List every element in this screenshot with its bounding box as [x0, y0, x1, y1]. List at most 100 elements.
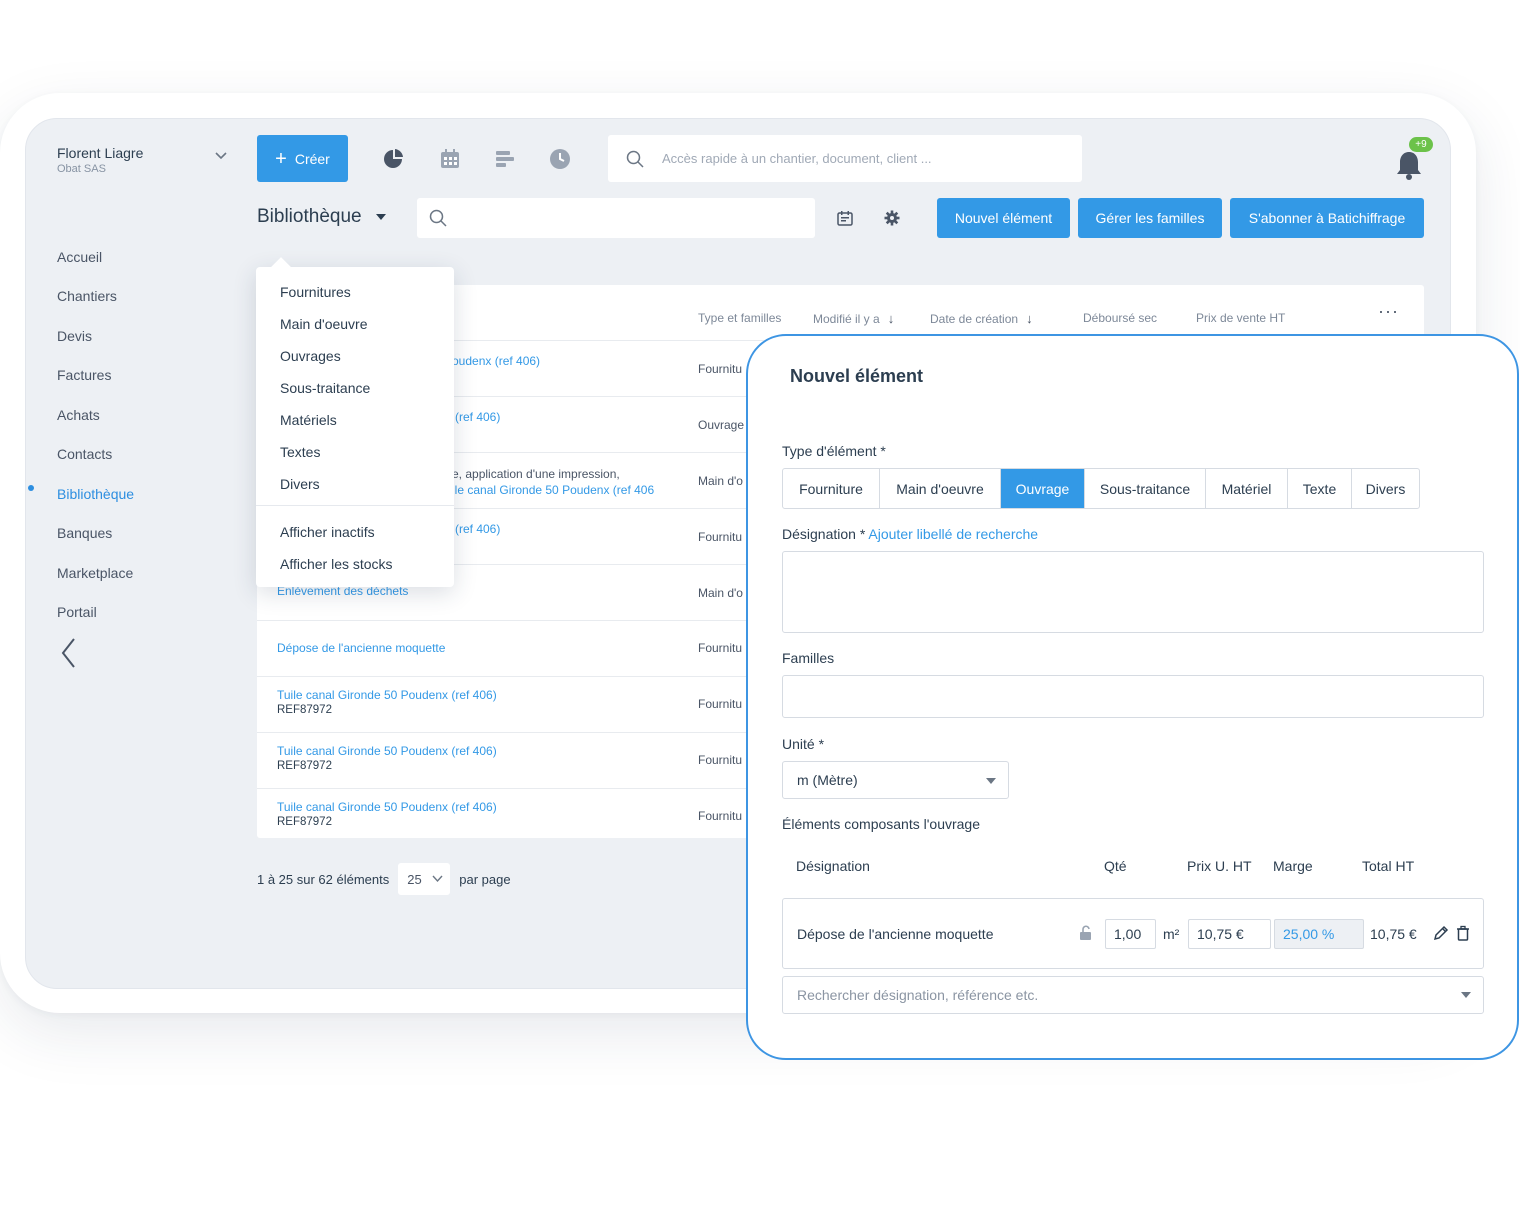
row-reference: REF87972	[277, 704, 332, 716]
new-element-button[interactable]: Nouvel élément	[937, 198, 1070, 238]
edit-pencil-icon[interactable]	[1433, 925, 1449, 941]
type-option-texte[interactable]: Texte	[1288, 469, 1352, 508]
menu-item-textes[interactable]: Textes	[280, 444, 320, 460]
row-name[interactable]: (ref 406)	[455, 522, 500, 536]
more-options-icon[interactable]: ···	[1378, 301, 1399, 322]
per-page-select[interactable]: 25	[398, 863, 451, 895]
menu-item-fournitures[interactable]: Fournitures	[280, 284, 351, 300]
menu-item-materiels[interactable]: Matériels	[280, 412, 337, 428]
component-name: Dépose de l'ancienne moquette	[797, 926, 994, 942]
column-header-price[interactable]: Prix de vente HT	[1196, 311, 1285, 325]
caret-down-icon	[1461, 992, 1471, 998]
column-header-modified[interactable]: Modifié il y a ↓	[813, 311, 894, 326]
menu-item-show-stocks[interactable]: Afficher les stocks	[280, 556, 393, 572]
user-menu[interactable]: Florent Liagre Obat SAS	[57, 145, 143, 175]
collapse-sidebar-icon[interactable]	[60, 637, 78, 669]
menu-item-main-doeuvre[interactable]: Main d'oeuvre	[280, 316, 368, 332]
row-type: Main d'o	[698, 586, 743, 600]
column-header-type[interactable]: Type et familles	[698, 311, 781, 325]
column-header-created-label: Date de création	[930, 311, 1019, 326]
screenshot-stage: Florent Liagre Obat SAS Accueil Chantier…	[0, 0, 1520, 1211]
column-header-cost[interactable]: Déboursé sec	[1083, 311, 1157, 325]
row-name[interactable]: Tuile canal Gironde 50 Poudenx (ref 406)	[277, 800, 497, 814]
row-type: Fournitu	[698, 753, 743, 767]
gantt-icon[interactable]	[494, 148, 516, 170]
component-row: Dépose de l'ancienne moquette 1,00 m² 10…	[782, 898, 1484, 969]
plus-icon: +	[275, 147, 287, 170]
sidebar-item-chantiers[interactable]: Chantiers	[57, 277, 134, 317]
sidebar-item-achats[interactable]: Achats	[57, 395, 134, 435]
unit-select[interactable]: m (Mètre)	[782, 761, 1009, 799]
calendar-icon[interactable]	[439, 148, 461, 170]
sidebar-item-contacts[interactable]: Contacts	[57, 435, 134, 475]
type-option-sous-traitance[interactable]: Sous-traitance	[1085, 469, 1206, 508]
designation-field[interactable]	[782, 551, 1484, 633]
search-icon	[626, 150, 644, 168]
sidebar-item-bibliotheque[interactable]: Bibliothèque	[57, 474, 134, 514]
menu-item-ouvrages[interactable]: Ouvrages	[280, 348, 341, 364]
row-name[interactable]: ile canal Gironde 50 Poudenx (ref 406	[452, 483, 654, 497]
menu-item-divers[interactable]: Divers	[280, 476, 320, 492]
pagination: 1 à 25 sur 62 éléments 25 par page	[257, 863, 511, 895]
sidebar-item-factures[interactable]: Factures	[57, 356, 134, 396]
chevron-down-icon[interactable]	[214, 149, 228, 163]
sidebar-item-banques[interactable]: Banques	[57, 514, 134, 554]
user-company: Obat SAS	[57, 163, 106, 175]
quick-search-placeholder: Accès rapide à un chantier, document, cl…	[662, 151, 932, 166]
trash-icon[interactable]	[1455, 925, 1471, 941]
menu-item-show-inactive[interactable]: Afficher inactifs	[280, 524, 375, 540]
bell-icon[interactable]	[1394, 149, 1424, 181]
create-button[interactable]: + Créer	[257, 135, 348, 182]
components-header-qty: Qté	[1104, 858, 1127, 874]
component-total: 10,75 €	[1370, 926, 1417, 942]
type-option-fourniture[interactable]: Fourniture	[783, 469, 880, 508]
row-name[interactable]: Tuile canal Gironde 50 Poudenx (ref 406)	[277, 744, 497, 758]
component-unit-price-input[interactable]: 10,75 €	[1188, 919, 1271, 949]
library-search-input[interactable]	[417, 198, 815, 238]
type-option-ouvrage[interactable]: Ouvrage	[1001, 469, 1085, 508]
row-name[interactable]: Dépose de l'ancienne moquette	[277, 641, 445, 655]
caret-down-icon	[375, 214, 386, 220]
row-reference: REF87972	[277, 760, 332, 772]
search-icon	[429, 209, 447, 227]
row-name[interactable]: oudenx (ref 406)	[452, 354, 540, 368]
chevron-down-icon	[432, 875, 443, 883]
calendar-filter-icon[interactable]	[837, 210, 853, 226]
library-title-dropdown[interactable]: Bibliothèque	[257, 206, 386, 228]
sidebar-item-marketplace[interactable]: Marketplace	[57, 553, 134, 593]
row-name[interactable]: (ref 406)	[455, 410, 500, 424]
library-type-menu: Fournitures Main d'oeuvre Ouvrages Sous-…	[256, 267, 454, 587]
active-nav-indicator	[28, 485, 34, 491]
gear-icon[interactable]	[884, 210, 900, 226]
pie-chart-icon[interactable]	[383, 148, 405, 170]
menu-item-sous-traitance[interactable]: Sous-traitance	[280, 380, 370, 396]
pagination-range: 1 à 25 sur 62 éléments	[257, 871, 390, 887]
column-header-created[interactable]: Date de création ↓	[930, 311, 1033, 326]
row-type: Fournitu	[698, 641, 743, 655]
sort-down-icon: ↓	[1026, 311, 1033, 326]
type-option-divers[interactable]: Divers	[1352, 469, 1419, 508]
row-type: Main d'o	[698, 474, 743, 488]
lock-open-icon[interactable]	[1078, 925, 1094, 941]
clock-icon[interactable]	[549, 148, 571, 170]
sidebar-item-portail[interactable]: Portail	[57, 593, 134, 633]
row-name[interactable]: Tuile canal Gironde 50 Poudenx (ref 406)	[277, 688, 497, 702]
component-qty-input[interactable]: 1,00	[1105, 919, 1156, 949]
row-type: Fournitu	[698, 809, 743, 823]
user-name: Florent Liagre	[57, 145, 144, 161]
menu-divider	[256, 505, 454, 506]
manage-families-button[interactable]: Gérer les familles	[1078, 198, 1222, 238]
type-option-main-doeuvre[interactable]: Main d'oeuvre	[880, 469, 1001, 508]
row-type: Fournitu	[698, 530, 743, 544]
row-type: Ouvrage	[698, 418, 745, 432]
type-option-materiel[interactable]: Matériel	[1206, 469, 1288, 508]
families-field[interactable]	[782, 675, 1484, 718]
component-search-select[interactable]: Rechercher désignation, référence etc.	[782, 976, 1484, 1014]
quick-search-input[interactable]: Accès rapide à un chantier, document, cl…	[608, 135, 1082, 182]
component-margin-input[interactable]: 25,00 %	[1274, 919, 1364, 949]
add-search-label-link[interactable]: Ajouter libellé de recherche	[868, 526, 1038, 542]
sidebar-item-accueil[interactable]: Accueil	[57, 237, 134, 277]
component-search-placeholder: Rechercher désignation, référence etc.	[797, 987, 1039, 1003]
subscribe-batichiffrage-button[interactable]: S'abonner à Batichiffrage	[1230, 198, 1424, 238]
sidebar-item-devis[interactable]: Devis	[57, 316, 134, 356]
